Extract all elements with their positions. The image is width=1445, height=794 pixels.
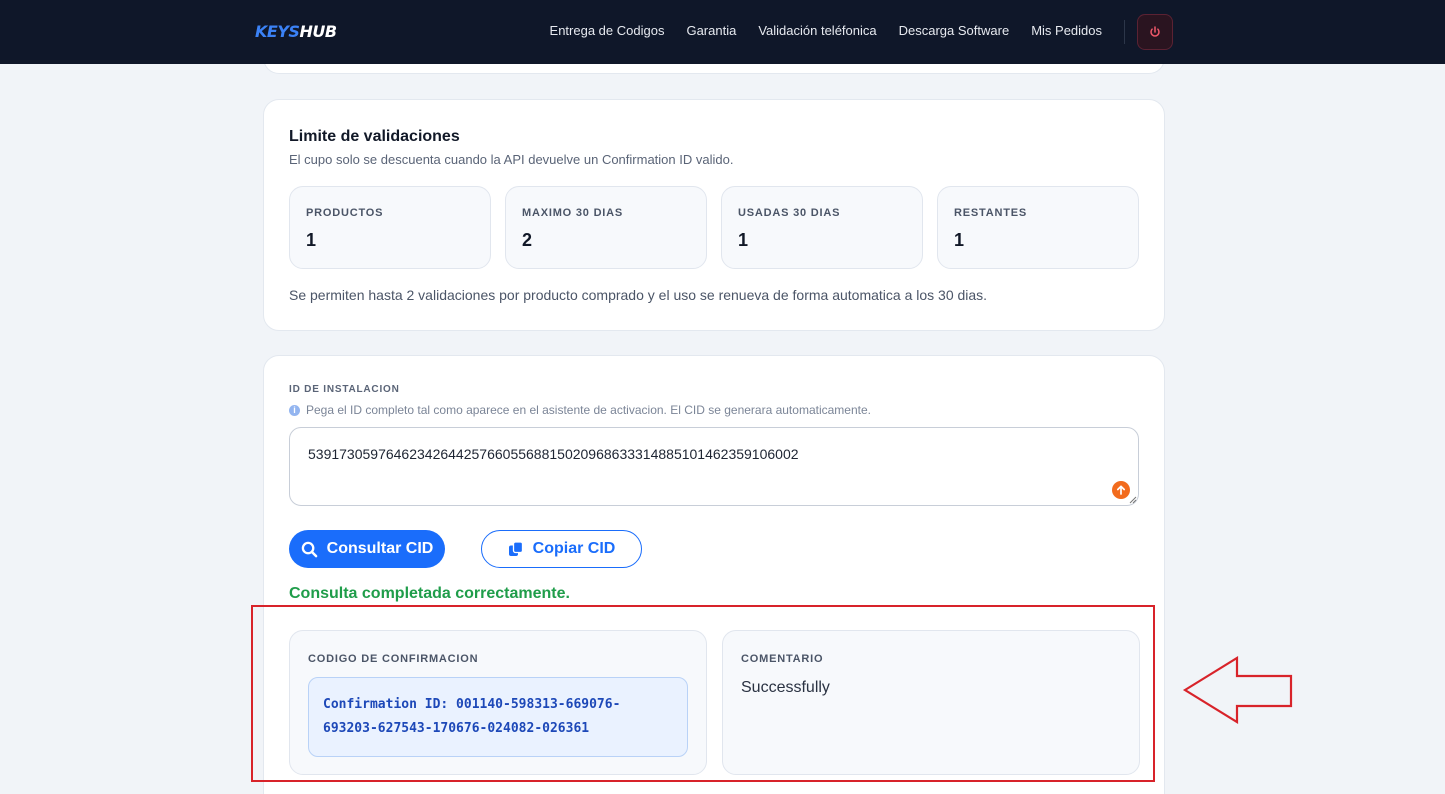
nav-item-entrega-codigos[interactable]: Entrega de Codigos xyxy=(550,23,665,38)
installation-id-label: ID DE INSTALACION xyxy=(289,384,400,395)
annotation-arrow-icon xyxy=(1182,656,1293,724)
confirmation-code-label: CODIGO DE CONFIRMACION xyxy=(308,653,479,665)
main-nav: Entrega de Codigos Garantia Validación t… xyxy=(550,23,1102,38)
stat-label: USADAS 30 DIAS xyxy=(738,207,841,219)
validation-limits-card: Limite de validaciones El cupo solo se d… xyxy=(263,99,1165,331)
stat-value: 1 xyxy=(954,230,965,250)
stat-label: MAXIMO 30 DIAS xyxy=(522,207,624,219)
logout-button[interactable] xyxy=(1137,14,1173,50)
comment-panel: COMENTARIO Successfully xyxy=(722,630,1140,775)
stat-label: PRODUCTOS xyxy=(306,207,384,219)
keyshub-logo[interactable]: KEYSHUB xyxy=(255,22,337,41)
stat-maximo-30-dias: MAXIMO 30 DIAS 2 xyxy=(505,186,707,269)
copy-cid-button[interactable]: Copiar CID xyxy=(481,530,642,568)
nav-item-descarga-software[interactable]: Descarga Software xyxy=(899,23,1010,38)
nav-item-validacion-telefonica[interactable]: Validación teléfonica xyxy=(758,23,876,38)
stat-value: 1 xyxy=(738,230,749,250)
installation-id-hint: i Pega el ID completo tal como aparece e… xyxy=(289,403,871,417)
nav-item-garantia[interactable]: Garantia xyxy=(686,23,736,38)
top-navbar: KEYSHUB Entrega de Codigos Garantia Vali… xyxy=(0,0,1445,64)
nav-item-mis-pedidos[interactable]: Mis Pedidos xyxy=(1031,23,1102,38)
copy-icon xyxy=(508,541,523,556)
copy-cid-label: Copiar CID xyxy=(532,540,616,557)
comment-value: Successfully xyxy=(741,679,830,696)
resize-handle-icon[interactable] xyxy=(1129,496,1137,504)
power-icon xyxy=(1150,26,1160,37)
installation-id-input[interactable]: 5391730597646234264425766055688150209686… xyxy=(289,427,1139,506)
info-icon: i xyxy=(289,404,300,416)
consult-cid-button[interactable]: Consultar CID xyxy=(289,530,445,568)
search-icon xyxy=(301,541,317,557)
logo-hub-text: HUB xyxy=(299,22,337,41)
stat-value: 2 xyxy=(522,230,533,250)
stat-usadas-30-dias: USADAS 30 DIAS 1 xyxy=(721,186,923,269)
limits-title: Limite de validaciones xyxy=(289,128,460,145)
comment-label: COMENTARIO xyxy=(741,653,824,665)
status-message: Consulta completada correctamente. xyxy=(289,585,570,602)
arrow-up-icon[interactable] xyxy=(1112,481,1130,499)
confirmation-id-line-2: 693203-627543-170676-024082-026361 xyxy=(323,721,590,736)
confirmation-id-line-1: Confirmation ID: 001140-598313-669076- xyxy=(323,697,621,712)
confirmation-code-panel: CODIGO DE CONFIRMACION Confirmation ID: … xyxy=(289,630,707,775)
confirmation-id-value[interactable]: Confirmation ID: 001140-598313-669076- 6… xyxy=(308,677,688,757)
stat-value: 1 xyxy=(306,230,317,250)
stat-label: RESTANTES xyxy=(954,207,1028,219)
stat-productos: PRODUCTOS 1 xyxy=(289,186,491,269)
consult-cid-label: Consultar CID xyxy=(326,540,434,557)
limits-note: Se permiten hasta 2 validaciones por pro… xyxy=(289,287,988,303)
installation-id-card: ID DE INSTALACION i Pega el ID completo … xyxy=(263,355,1165,794)
nav-divider xyxy=(1124,20,1125,44)
logo-keys-text: KEYS xyxy=(255,22,300,41)
stat-restantes: RESTANTES 1 xyxy=(937,186,1139,269)
hint-text: Pega el ID completo tal como aparece en … xyxy=(306,403,871,417)
limits-subtitle: El cupo solo se descuenta cuando la API … xyxy=(289,152,734,167)
